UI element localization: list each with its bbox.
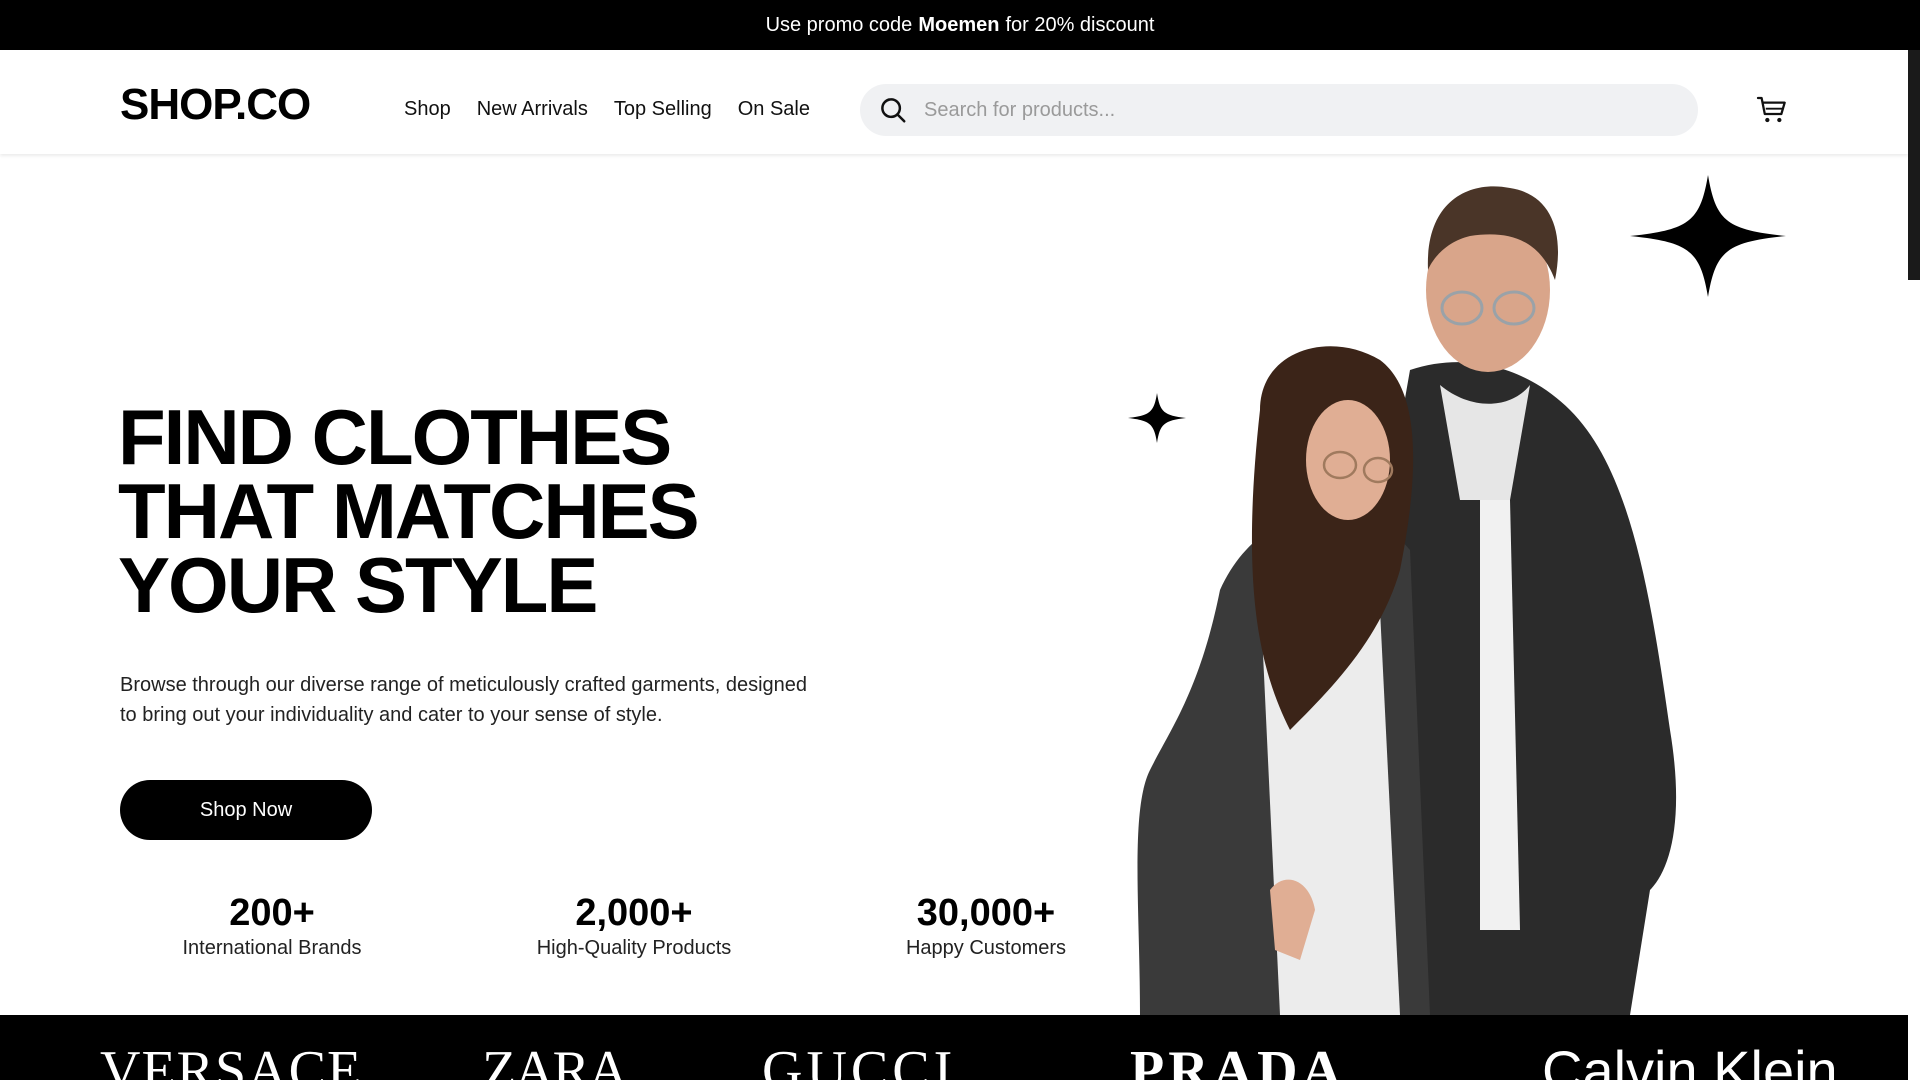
scrollbar-thumb[interactable] xyxy=(1908,50,1920,280)
search-input[interactable] xyxy=(922,97,1626,123)
headline-line-1: FIND CLOTHES xyxy=(118,393,672,481)
brand-versace: VERSACE xyxy=(100,1040,363,1080)
search-bar[interactable] xyxy=(860,84,1698,136)
stat-value: 30,000+ xyxy=(916,892,1056,934)
headline-line-3: YOUR STYLE xyxy=(118,541,598,629)
stat-customers: 30,000+ Happy Customers xyxy=(836,892,1136,960)
brand-zara: ZARA xyxy=(482,1040,628,1080)
shop-now-button[interactable]: Shop Now xyxy=(120,780,372,840)
main-nav: Shop New Arrivals Top Selling On Sale xyxy=(404,98,810,121)
promo-banner: Use promo code Moemen for 20% discount xyxy=(0,0,1920,50)
stat-value: 200+ xyxy=(229,892,315,934)
stat-label: Happy Customers xyxy=(905,937,1067,959)
headline-line-2: THAT MATCHES xyxy=(118,467,700,555)
brands-strip: VERSACE ZARA GUCCI PRADA Calvin Klein xyxy=(0,1015,1908,1080)
promo-suffix: for 20% discount xyxy=(1005,13,1155,36)
nav-new-arrivals[interactable]: New Arrivals xyxy=(477,98,588,121)
site-header: SHOP.CO Shop New Arrivals Top Selling On… xyxy=(0,50,1908,154)
brand-prada: PRADA xyxy=(1130,1040,1346,1080)
cart-icon[interactable] xyxy=(1756,94,1788,126)
stat-label: High-Quality Products xyxy=(536,937,732,959)
hero-description: Browse through our diverse range of meti… xyxy=(120,670,820,730)
stat-value: 2,000+ xyxy=(575,892,693,934)
hero-image xyxy=(1137,186,1677,1015)
stat-label: International Brands xyxy=(182,937,362,959)
description-line-2: to bring out your individuality and cate… xyxy=(120,704,663,726)
nav-shop[interactable]: Shop xyxy=(404,98,451,121)
brand-calvin-klein: Calvin Klein xyxy=(1542,1039,1838,1080)
promo-code: Moemen xyxy=(918,13,1000,36)
stat-products: 2,000+ High-Quality Products xyxy=(484,892,784,960)
nav-top-selling[interactable]: Top Selling xyxy=(614,98,712,121)
promo-prefix: Use promo code xyxy=(765,13,913,36)
stat-brands: 200+ International Brands xyxy=(122,892,422,960)
hero-headline: FIND CLOTHES THAT MATCHES YOUR STYLE xyxy=(118,393,838,629)
description-line-1: Browse through our diverse range of meti… xyxy=(120,674,808,696)
nav-on-sale[interactable]: On Sale xyxy=(738,98,810,121)
site-logo[interactable]: SHOP.CO xyxy=(120,80,311,130)
brand-gucci: GUCCI xyxy=(762,1040,957,1080)
search-icon[interactable] xyxy=(878,95,908,125)
